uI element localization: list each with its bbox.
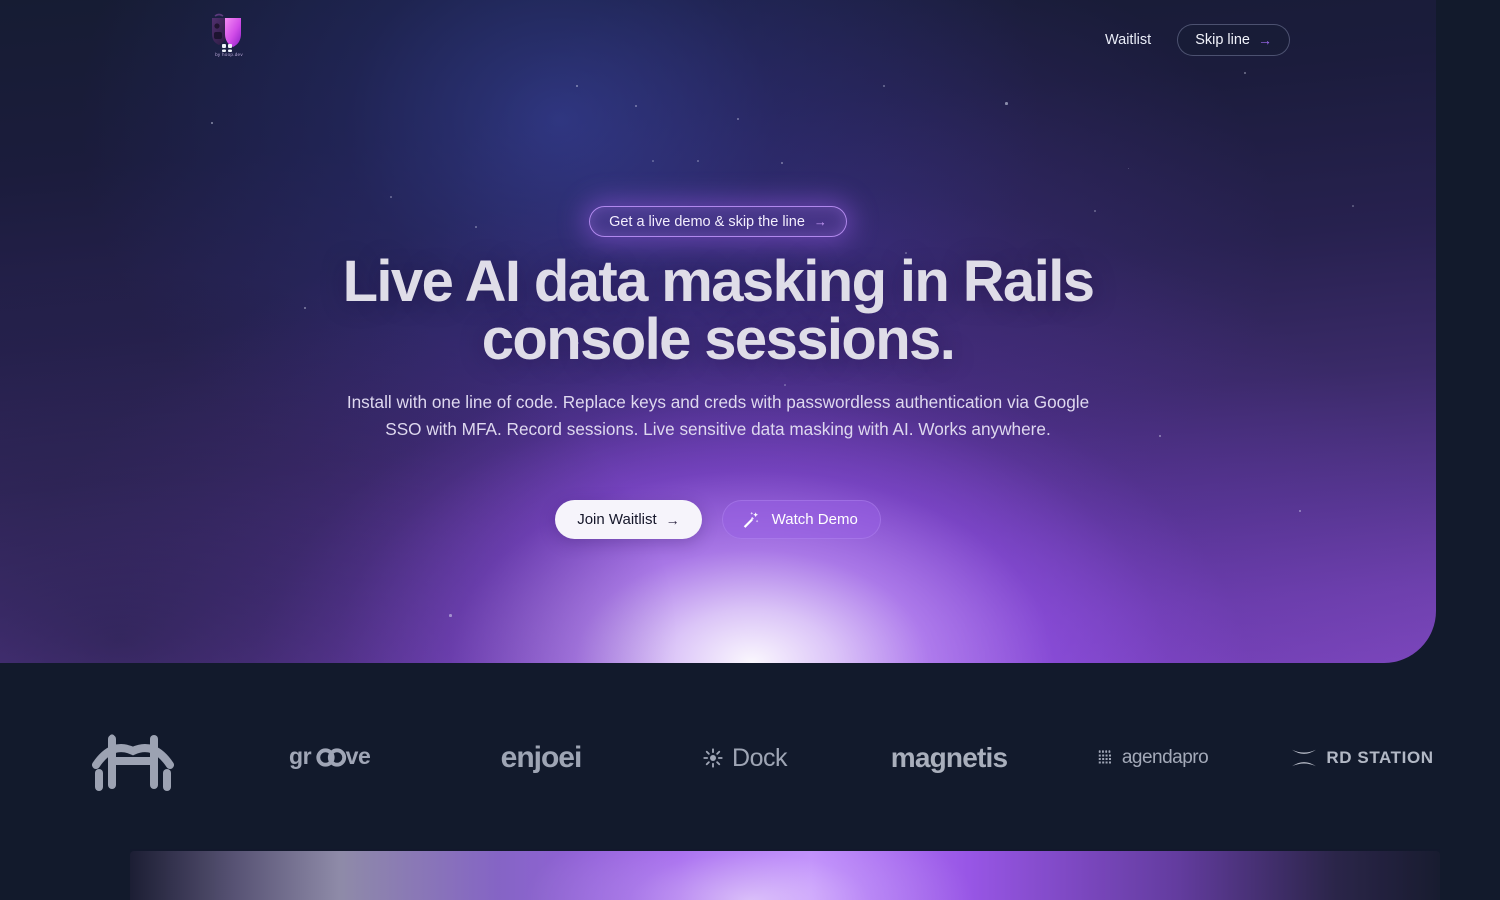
live-demo-badge[interactable]: Get a live demo & skip the line → <box>589 206 847 237</box>
shield-mask-logo-icon <box>212 13 241 52</box>
logo-enjoei: enjoei <box>466 718 616 798</box>
logo-dock: Dock <box>670 718 820 798</box>
headline-line-2: console sessions. <box>481 307 956 372</box>
logo-groove: gr ve <box>262 718 412 798</box>
magnetis-label: magnetis <box>890 742 1008 773</box>
calendar-icon <box>1098 750 1111 764</box>
page-root: by hoop.dev Waitlist Skip line → Get a l… <box>0 0 1500 900</box>
hero-badge-wrap: Get a live demo & skip the line → <box>0 206 1436 237</box>
groove-logo-icon: gr ve <box>289 743 371 769</box>
hero-subcopy: Install with one line of code. Replace k… <box>346 392 1090 439</box>
enjoei-label: enjoei <box>500 741 583 774</box>
svg-text:ve: ve <box>346 743 371 769</box>
dock-starburst-icon <box>703 748 723 768</box>
top-navigation: by hoop.dev Waitlist Skip line → <box>0 0 1436 80</box>
arrow-right-icon: → <box>813 214 827 229</box>
skip-line-label: Skip line <box>1195 32 1250 48</box>
magic-wand-icon <box>743 511 758 528</box>
arrow-right-icon: → <box>665 511 680 528</box>
brand-logo[interactable]: by hoop.dev <box>203 12 255 64</box>
rdstation-mark-icon <box>1292 749 1317 767</box>
nav-actions: Waitlist Skip line → <box>1105 24 1290 56</box>
logo-agendapro: agendapro <box>1078 718 1228 798</box>
nav-link-waitlist[interactable]: Waitlist <box>1105 32 1151 48</box>
hero-panel: by hoop.dev Waitlist Skip line → Get a l… <box>0 0 1436 663</box>
join-waitlist-label: Join Waitlist <box>577 511 657 528</box>
bridge-logo-icon <box>92 734 174 791</box>
rdstation-label: RD STATION <box>1326 748 1434 767</box>
bottom-glow-bar <box>130 851 1440 900</box>
customer-logo-strip: gr ve enjoei Dock magnetis agendapro RD … <box>0 663 1500 853</box>
agendapro-label: agendapro <box>1121 747 1209 768</box>
watch-demo-label: Watch Demo <box>771 511 858 528</box>
dock-label: Dock <box>732 743 787 772</box>
hero-content: Get a live demo & skip the line → Live A… <box>0 0 1436 663</box>
page-title: Live AI data masking in Rails console se… <box>298 253 1138 369</box>
live-demo-badge-label: Get a live demo & skip the line <box>609 213 805 230</box>
svg-text:gr: gr <box>289 743 312 769</box>
logo-bridge <box>58 718 208 798</box>
join-waitlist-button[interactable]: Join Waitlist → <box>555 500 702 539</box>
logo-magnetis: magnetis <box>874 718 1024 798</box>
skip-line-button[interactable]: Skip line → <box>1177 24 1290 56</box>
brand-tagline: by hoop.dev <box>215 52 243 57</box>
logo-rdstation: RD STATION <box>1282 718 1442 798</box>
headline-line-1: Live AI data masking in Rails <box>342 249 1095 314</box>
arrow-right-icon: → <box>1258 32 1272 48</box>
hero-cta-row: Join Waitlist → Watch Demo <box>0 500 1436 539</box>
watch-demo-button[interactable]: Watch Demo <box>721 500 881 539</box>
